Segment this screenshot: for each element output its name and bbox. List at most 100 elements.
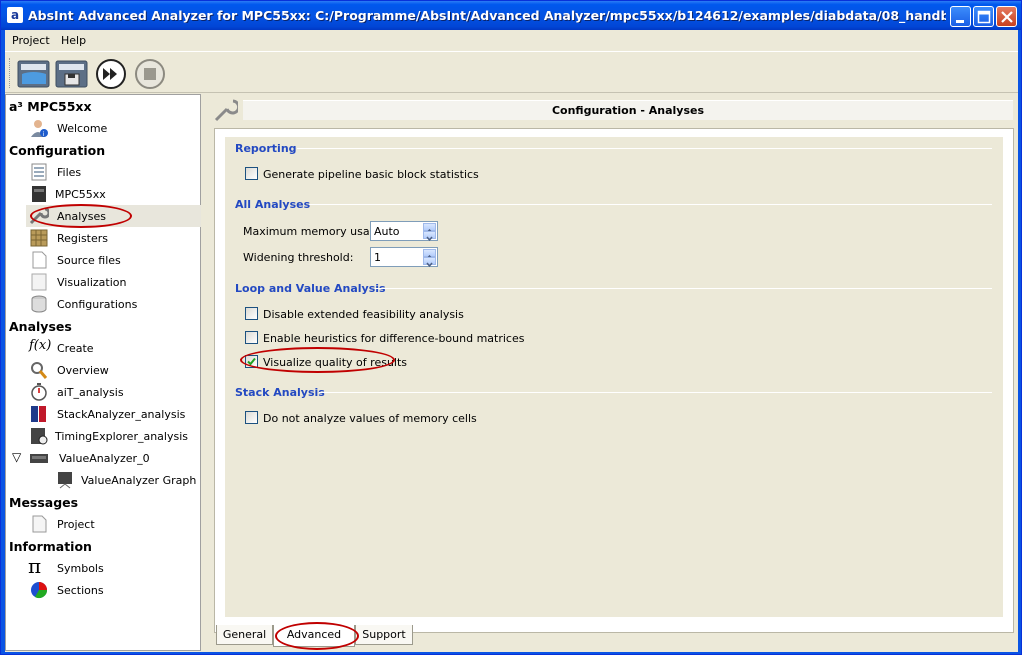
settings-content: Reporting Generate pipeline basic block … <box>225 137 1003 617</box>
no-memory-cells-checkbox[interactable] <box>245 411 258 424</box>
checkbox-label: Enable heuristics for difference-bound m… <box>263 332 525 345</box>
close-icon <box>1001 11 1013 23</box>
nav-item-welcome[interactable]: i Welcome <box>26 117 201 139</box>
application-window: a AbsInt Advanced Analyzer for MPC55xx: … <box>0 0 1022 655</box>
group-title-all-analyses: All Analyses <box>235 198 311 211</box>
group-divider <box>375 288 992 289</box>
nav-label: Visualization <box>57 276 127 289</box>
files-icon <box>31 163 47 181</box>
nav-section-information[interactable]: Information <box>9 539 92 554</box>
value-analyzer-icon <box>30 454 48 463</box>
nav-item-visualization[interactable]: Visualization <box>26 271 201 293</box>
spin-down-button[interactable] <box>423 257 436 268</box>
nav-label: Registers <box>57 232 109 245</box>
highlight-ellipse-advanced-tab <box>275 622 359 650</box>
settings-frame: Reporting Generate pipeline basic block … <box>214 128 1014 633</box>
graph-icon <box>58 472 72 489</box>
chevron-down-icon <box>426 262 433 268</box>
title-bar[interactable]: a AbsInt Advanced Analyzer for MPC55xx: … <box>1 1 1021 30</box>
disable-feasibility-checkbox[interactable] <box>245 307 258 320</box>
nav-section-messages[interactable]: Messages <box>9 495 78 510</box>
stopwatch-icon <box>31 383 47 401</box>
spinbox-value: 1 <box>374 251 381 264</box>
max-memory-spinbox[interactable]: Auto <box>370 221 438 242</box>
nav-item-overview[interactable]: Overview <box>26 359 201 381</box>
enable-heuristics-checkbox[interactable] <box>245 331 258 344</box>
stack-analyzer-icon <box>31 406 46 422</box>
toolbar-grip[interactable] <box>9 58 12 88</box>
group-divider <box>309 204 992 205</box>
widening-threshold-spinbox[interactable]: 1 <box>370 247 438 268</box>
stop-button[interactable] <box>133 58 167 90</box>
menu-help[interactable]: Help <box>61 34 86 47</box>
spin-up-button[interactable] <box>423 223 436 234</box>
expander-icon[interactable]: ▽ <box>12 450 21 464</box>
nav-label: Welcome <box>57 122 108 135</box>
config-header: Configuration - Analyses <box>243 100 1013 120</box>
chevron-down-icon <box>426 236 433 242</box>
menu-bar: Project Help <box>5 30 1018 51</box>
run-button[interactable] <box>94 58 128 90</box>
toolbar <box>5 51 1018 93</box>
nav-label: Source files <box>57 254 121 267</box>
run-icon <box>96 59 126 89</box>
nav-label: Create <box>57 342 94 355</box>
open-project-icon <box>17 60 50 88</box>
nav-label: ValueAnalyzer_0 <box>59 452 150 465</box>
nav-item-project[interactable]: Project <box>26 513 201 535</box>
nav-item-configurations[interactable]: Configurations <box>26 293 201 315</box>
nav-item-valueanalyzer[interactable]: ValueAnalyzer_0 <box>26 447 201 469</box>
spinbox-arrows <box>423 249 436 268</box>
nav-item-valueanalyzer-graph[interactable]: ValueAnalyzer Graph <box>52 469 201 491</box>
nav-item-mpc55xx[interactable]: MPC55xx <box>26 183 201 205</box>
nav-root[interactable]: a³ MPC55xx <box>9 99 92 114</box>
pipeline-stats-checkbox[interactable] <box>245 167 258 180</box>
nav-item-symbols[interactable]: π Symbols <box>26 554 201 579</box>
group-divider <box>297 148 992 149</box>
group-title-loop-value: Loop and Value Analysis <box>235 282 386 295</box>
tab-bar: General Advanced Support <box>216 622 616 650</box>
nav-item-stackanalyzer-analysis[interactable]: StackAnalyzer_analysis <box>26 403 201 425</box>
nav-item-create[interactable]: f(x) Create <box>26 337 201 359</box>
nav-item-registers[interactable]: Registers <box>26 227 201 249</box>
nav-label: aiT_analysis <box>57 386 124 399</box>
nav-item-source-files[interactable]: Source files <box>26 249 201 271</box>
page-title: Configuration - Analyses <box>551 104 705 117</box>
spin-up-button[interactable] <box>423 249 436 260</box>
minimize-icon <box>956 20 964 23</box>
stop-icon <box>135 59 165 89</box>
nav-label: Sections <box>57 584 104 597</box>
minimize-button[interactable] <box>950 6 971 27</box>
nav-section-configuration[interactable]: Configuration <box>9 143 105 158</box>
nav-item-ait-analysis[interactable]: aiT_analysis <box>26 381 201 403</box>
app-icon: a <box>7 7 23 23</box>
nav-label: Overview <box>57 364 109 377</box>
nav-item-sections[interactable]: Sections <box>26 579 201 601</box>
maximize-button[interactable] <box>973 6 994 27</box>
visualization-icon <box>31 273 47 291</box>
registers-icon <box>30 229 48 247</box>
nav-label: Project <box>57 518 95 531</box>
maximize-icon <box>977 10 991 24</box>
client-area: Project Help a³ MPC55xx i Welcome Config… <box>5 30 1018 652</box>
max-memory-label: Maximum memory usage: <box>243 225 388 238</box>
nav-section-analyses[interactable]: Analyses <box>9 319 72 334</box>
function-icon: f(x) <box>29 338 52 353</box>
timing-explorer-icon <box>31 428 48 445</box>
nav-item-timingexplorer-analysis[interactable]: TimingExplorer_analysis <box>26 425 201 447</box>
nav-label: MPC55xx <box>55 188 106 201</box>
tab-support[interactable]: Support <box>355 625 413 645</box>
database-icon <box>31 295 47 313</box>
user-info-icon: i <box>31 120 48 137</box>
nav-item-files[interactable]: Files <box>26 161 201 183</box>
spin-down-button[interactable] <box>423 231 436 242</box>
menu-project[interactable]: Project <box>12 34 50 47</box>
tab-general[interactable]: General <box>216 625 273 645</box>
save-project-icon <box>55 60 88 88</box>
open-project-button[interactable] <box>17 58 51 90</box>
save-project-button[interactable] <box>55 58 89 90</box>
document-icon <box>32 515 47 533</box>
nav-label: Files <box>57 166 82 179</box>
close-button[interactable] <box>996 6 1017 27</box>
chip-icon <box>32 186 46 202</box>
